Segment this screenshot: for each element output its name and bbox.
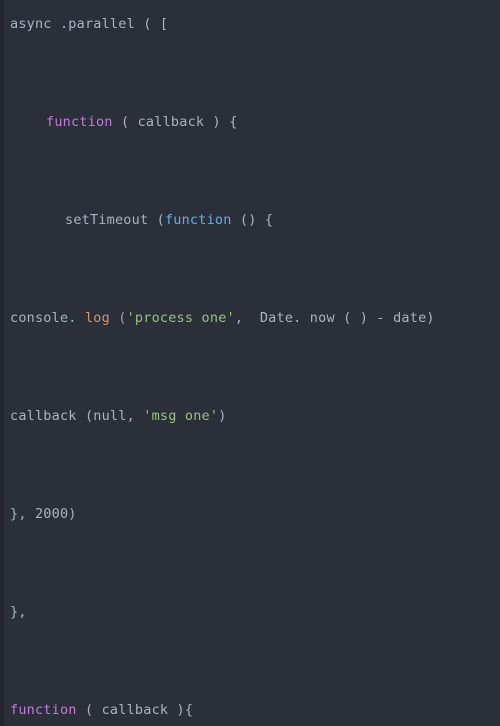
code-content[interactable]: async .parallel ( [ function ( callback … [0, 0, 500, 726]
code-line: setTimeout (function () { [0, 196, 500, 245]
code-editor[interactable]: async .parallel ( [ function ( callback … [0, 0, 500, 726]
code-line: }, 2000) [0, 490, 500, 539]
code-token: console. [10, 310, 85, 326]
code-token: ( [109, 310, 127, 326]
code-line: console. log ('process one', Date. now (… [0, 294, 500, 343]
code-token: , Date. now ( ) - date) [234, 310, 435, 326]
code-line: async .parallel ( [ [0, 0, 500, 49]
code-line: }, [0, 588, 500, 637]
code-token: ( callback ){ [76, 702, 194, 718]
code-token: function [10, 702, 77, 718]
code-token: ) [218, 408, 227, 424]
code-token: function [164, 212, 232, 228]
code-token: log [84, 310, 110, 326]
code-token: async .parallel ( [ [10, 16, 169, 32]
code-token: }, [10, 604, 27, 620]
code-token: }, 2000) [10, 506, 77, 522]
code-token: callback (null, [10, 408, 144, 424]
code-token: 'process one' [126, 310, 235, 326]
code-token: setTimeout ( [65, 212, 165, 228]
code-token: 'msg one' [143, 408, 219, 424]
code-line: function ( callback ){ [0, 686, 500, 726]
code-token: ( callback ) { [112, 114, 238, 130]
code-line: callback (null, 'msg one') [0, 392, 500, 441]
code-line: function ( callback ) { [0, 98, 500, 147]
code-token: function [46, 114, 113, 130]
code-token: () { [231, 212, 274, 228]
